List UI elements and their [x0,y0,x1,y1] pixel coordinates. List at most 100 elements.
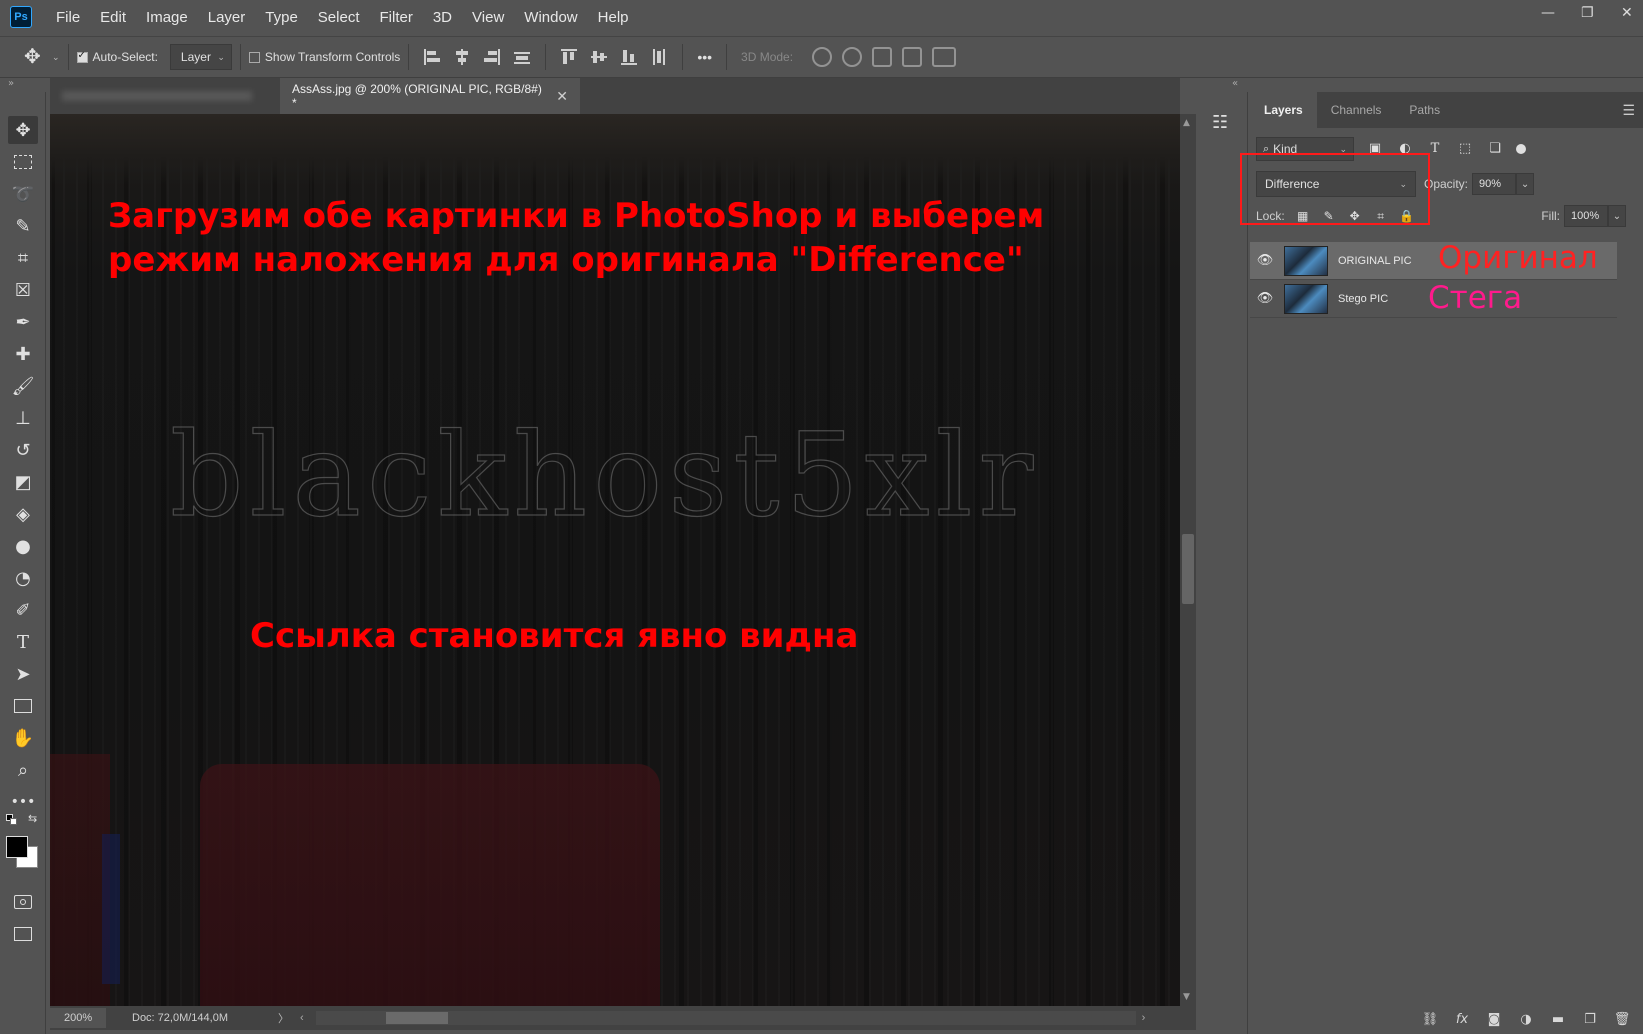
checkbox-checked-icon[interactable] [76,50,88,63]
opacity-input[interactable]: 90% [1472,173,1517,195]
canvas-area[interactable]: blackhost5xlr Загрузим обе картинки в Ph… [50,114,1180,1006]
pixel-layer-filter-icon[interactable]: ▣ [1366,141,1384,157]
close-window-icon[interactable]: ✕ [1621,6,1635,20]
zoom-tool-icon[interactable]: ⌕ [8,756,38,784]
visibility-eye-icon[interactable]: 👁 [1250,253,1280,268]
menu-filter[interactable]: Filter [370,9,423,26]
auto-select-target-dropdown[interactable]: Layer ⌄ [169,44,232,70]
swap-colors-icon[interactable]: ⇆ [28,812,37,825]
pan-3d-icon[interactable] [872,47,893,67]
tab-assass-jpg[interactable]: AssAss.jpg @ 200% (ORIGINAL PIC, RGB/8#)… [280,78,580,114]
rectangle-tool-icon[interactable] [8,692,38,720]
menu-select[interactable]: Select [308,9,370,26]
tab-layers[interactable]: Layers [1250,92,1317,128]
type-tool-icon[interactable]: T [8,628,38,656]
menu-type[interactable]: Type [255,9,308,26]
fill-input[interactable]: 100% [1564,205,1608,227]
history-brush-tool-icon[interactable]: ↺ [8,436,38,464]
lasso-tool-icon[interactable]: ➰ [8,180,38,208]
opacity-slider-toggle-icon[interactable]: ⌄ [1516,173,1535,195]
blur-tool-icon[interactable]: ● [8,532,38,560]
slide-3d-icon[interactable] [902,47,923,67]
distribute-horizontal-icon[interactable] [650,48,668,66]
foreground-color-swatch[interactable] [6,836,28,858]
brush-tool-icon[interactable]: 🖌 [8,372,38,400]
tab-channels[interactable]: Channels [1317,92,1396,128]
horizontal-scroll-thumb[interactable] [385,1012,448,1024]
horizontal-scrollbar[interactable] [315,1011,1136,1025]
menu-window[interactable]: Window [514,9,587,26]
restore-icon[interactable]: ❐ [1581,6,1595,20]
lock-image-pixels-icon[interactable]: ✎ [1321,208,1337,224]
hand-tool-icon[interactable]: ✋ [8,724,38,752]
move-tool-icon[interactable]: ✥ [24,46,46,68]
adjustment-layer-filter-icon[interactable]: ◐ [1396,141,1414,157]
default-colors-icon[interactable] [6,814,18,826]
menu-view[interactable]: View [462,9,514,26]
healing-brush-tool-icon[interactable]: ✚ [8,340,38,368]
menu-help[interactable]: Help [588,9,639,26]
link-layers-icon[interactable]: ⛓ [1421,1011,1439,1029]
minimize-icon[interactable]: — [1541,6,1555,20]
tab-other-document[interactable] [50,78,280,114]
delete-layer-icon[interactable]: 🗑 [1613,1011,1631,1029]
frame-tool-icon[interactable]: ☒ [8,276,38,304]
pen-tool-icon[interactable]: ✐ [8,596,38,624]
crop-tool-icon[interactable]: ⌗ [8,244,38,272]
orbit-3d-icon[interactable] [812,47,833,67]
clone-stamp-tool-icon[interactable]: ⊥ [8,404,38,432]
auto-select-checkbox[interactable]: Auto-Select: [76,50,158,64]
properties-panel-icon[interactable]: ☷ [1212,112,1236,134]
tools-collapse-icon[interactable]: » [0,78,46,92]
vertical-scroll-thumb[interactable] [1182,534,1194,604]
adjustment-layer-icon[interactable]: ◑ [1517,1011,1535,1029]
close-tab-icon[interactable]: ✕ [556,88,568,105]
status-menu-arrow-icon[interactable]: 〉 [278,1010,296,1026]
menu-3d[interactable]: 3D [423,9,462,26]
fx-icon[interactable]: fx [1453,1011,1471,1029]
roll-3d-icon[interactable] [842,47,863,67]
align-top-edges-icon[interactable] [560,48,578,66]
scroll-right-icon[interactable]: › [1142,1012,1146,1024]
menu-file[interactable]: File [46,9,90,26]
path-selection-tool-icon[interactable]: ➤ [8,660,38,688]
zoom-level-field[interactable]: 200% [50,1008,106,1028]
checkbox-unchecked-icon[interactable] [248,51,260,63]
vertical-scrollbar[interactable]: ▲ ▼ [1180,114,1196,1006]
tab-paths[interactable]: Paths [1395,92,1454,128]
menu-edit[interactable]: Edit [90,9,136,26]
panel-menu-icon[interactable]: ☰ [1622,102,1635,119]
smart-object-filter-icon[interactable]: ❏ [1486,141,1504,157]
scroll-down-icon[interactable]: ▼ [1183,992,1190,1002]
scroll-up-icon[interactable]: ▲ [1183,118,1190,128]
layer-row-original-pic[interactable]: 👁 ORIGINAL PIC Оригинал [1250,240,1617,280]
visibility-eye-icon[interactable]: 👁 [1250,291,1280,306]
distribute-vertical-icon[interactable] [513,48,531,66]
menu-image[interactable]: Image [136,9,198,26]
screen-mode-icon[interactable] [8,920,38,948]
blend-mode-dropdown[interactable]: Difference ⌄ [1256,171,1416,197]
layers-scrollbar[interactable] [1622,128,1638,1008]
panels-collapse-icon[interactable]: « [1196,78,1643,92]
align-vertical-centers-icon[interactable] [590,48,608,66]
lock-position-icon[interactable]: ✥ [1347,208,1363,224]
layer-row-stego-pic[interactable]: 👁 Stego PIC Стега [1250,280,1617,318]
lock-transparent-pixels-icon[interactable]: ▦ [1295,208,1311,224]
menu-layer[interactable]: Layer [198,9,256,26]
tool-preset-chevron-icon[interactable]: ⌄ [52,52,60,63]
shape-layer-filter-icon[interactable]: ⬚ [1456,141,1474,157]
lock-artboard-icon[interactable]: ⌗ [1373,208,1389,224]
filter-kind-dropdown[interactable]: ⌕ Kind ⌄ [1256,137,1354,161]
eyedropper-tool-icon[interactable]: ✒ [8,308,38,336]
scroll-left-icon[interactable]: ‹ [300,1012,304,1024]
align-horizontal-centers-icon[interactable] [453,48,471,66]
more-options-icon[interactable]: ••• [697,49,712,65]
paint-bucket-tool-icon[interactable]: ◈ [8,500,38,528]
move-tool-icon[interactable]: ✥ [8,116,38,144]
align-right-edges-icon[interactable] [483,48,501,66]
eraser-tool-icon[interactable]: ◩ [8,468,38,496]
add-mask-icon[interactable]: ◙ [1485,1011,1503,1029]
lock-all-icon[interactable]: 🔒 [1399,208,1415,224]
dodge-tool-icon[interactable]: ◔ [8,564,38,592]
quick-selection-tool-icon[interactable]: ✎ [8,212,38,240]
